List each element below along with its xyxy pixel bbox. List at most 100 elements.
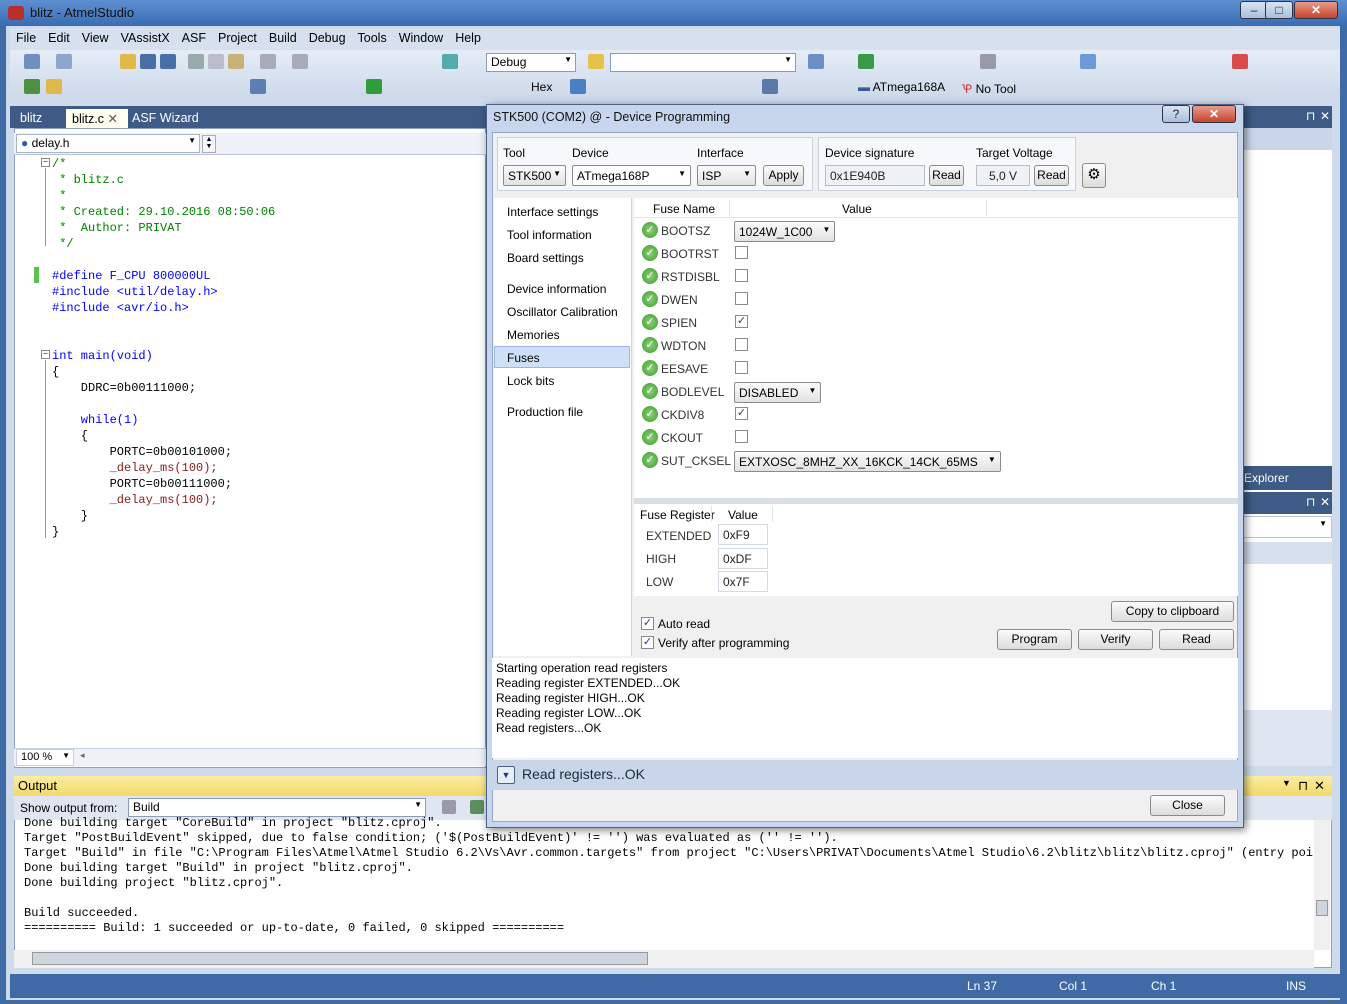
auto-read-checkbox[interactable]: ✓: [641, 617, 654, 630]
output-hscroll-thumb[interactable]: [32, 952, 648, 965]
platform-select[interactable]: ▼: [610, 53, 796, 72]
fuse-checkbox-ckdiv8[interactable]: ✓: [735, 407, 748, 420]
collapse-main-icon[interactable]: −: [41, 350, 50, 359]
menu-vassistx[interactable]: VAssistX: [115, 28, 176, 48]
fuse-checkbox-dwen[interactable]: [735, 292, 748, 305]
step-icon[interactable]: [250, 79, 266, 94]
read-fuses-button[interactable]: Read: [1159, 629, 1234, 650]
props-pin-icon[interactable]: ⊓: [1306, 495, 1315, 509]
nav-fuses[interactable]: Fuses: [494, 346, 630, 368]
nav-memories[interactable]: Memories: [507, 328, 560, 342]
nav-device-information[interactable]: Device information: [507, 282, 606, 296]
open-file-icon[interactable]: [46, 79, 62, 94]
read-signature-button[interactable]: Read: [929, 165, 964, 186]
settings-gear-icon[interactable]: ⚙: [1082, 163, 1106, 188]
file-nav-select[interactable]: ● delay.h ▼: [16, 134, 200, 153]
device-select[interactable]: ATmega168P ▼: [572, 165, 691, 186]
apply-button[interactable]: Apply: [763, 165, 804, 186]
menu-window[interactable]: Window: [393, 28, 449, 48]
save-all-icon[interactable]: [160, 54, 176, 69]
tab-asf-wizard[interactable]: ASF Wizard: [126, 109, 205, 128]
menu-debug[interactable]: Debug: [303, 28, 352, 48]
read-voltage-button[interactable]: Read: [1034, 165, 1069, 186]
comment-icon[interactable]: [1080, 54, 1096, 69]
fuse-checkbox-spien[interactable]: ✓: [735, 315, 748, 328]
copy-icon[interactable]: [208, 54, 224, 69]
add-item-icon[interactable]: [56, 54, 72, 69]
fuse-checkbox-ckout[interactable]: [735, 430, 748, 443]
pane-pin-icon[interactable]: ⊓: [1306, 109, 1315, 123]
tool-label[interactable]: Ꝕ No Tool: [962, 80, 1016, 97]
fuse-select-sut_cksel[interactable]: EXTXOSC_8MHZ_XX_16KCK_14CK_65MS ▼: [734, 451, 1001, 472]
output-vscroll-thumb[interactable]: [1316, 900, 1328, 916]
indent-icon[interactable]: [980, 54, 996, 69]
nav-interface-settings[interactable]: Interface settings: [507, 205, 598, 219]
properties-select[interactable]: ▼: [1236, 516, 1332, 538]
config-select[interactable]: Debug ▼: [486, 53, 576, 72]
new-project-icon[interactable]: [24, 54, 40, 69]
fuse-select-bootsz[interactable]: 1024W_1C00 ▼: [734, 221, 836, 242]
output-vscroll[interactable]: [1314, 820, 1330, 950]
menu-help[interactable]: Help: [449, 28, 487, 48]
build-icon[interactable]: [24, 79, 40, 94]
fuse-checkbox-eesave[interactable]: [735, 361, 748, 374]
output-close-icon[interactable]: ✕: [1314, 778, 1325, 794]
pane-close-icon[interactable]: ✕: [1320, 109, 1330, 123]
menu-asf[interactable]: ASF: [176, 28, 212, 48]
clear-output-icon[interactable]: [470, 800, 484, 814]
verify-button[interactable]: Verify: [1078, 629, 1153, 650]
scroll-left-icon[interactable]: ◂: [80, 750, 85, 761]
nav-lock-bits[interactable]: Lock bits: [507, 374, 554, 388]
register-high-value[interactable]: 0xDF: [718, 548, 768, 569]
menu-file[interactable]: File: [10, 28, 42, 48]
output-menu-icon[interactable]: ▼: [1282, 778, 1291, 788]
verify-after-checkbox[interactable]: ✓: [641, 636, 654, 649]
fuse-checkbox-wdton[interactable]: [735, 338, 748, 351]
cut-icon[interactable]: [188, 54, 204, 69]
split-button[interactable]: ▲ ▼: [202, 135, 216, 153]
explorer-tab[interactable]: Explorer: [1236, 466, 1332, 490]
clear-bookmarks-icon[interactable]: [1232, 54, 1248, 69]
maximize-button[interactable]: □: [1265, 1, 1293, 19]
hex-button[interactable]: Hex: [531, 80, 552, 94]
fuse-checkbox-bootrst[interactable]: [735, 246, 748, 259]
interface-select[interactable]: ISP ▼: [697, 165, 756, 186]
output-pin-icon[interactable]: ⊓: [1298, 778, 1308, 794]
zoom-select[interactable]: 100 % ▼: [16, 749, 74, 766]
close-tab-icon[interactable]: ✕: [107, 112, 117, 126]
tab-blitz-c[interactable]: blitz.c ✕: [66, 109, 128, 128]
nav-icon[interactable]: [808, 54, 824, 69]
memory-icon[interactable]: [762, 79, 778, 94]
nav-tool-information[interactable]: Tool information: [507, 228, 592, 242]
register-low-value[interactable]: 0x7F: [718, 571, 768, 592]
run-icon[interactable]: [366, 79, 382, 94]
device-programming-icon[interactable]: [858, 54, 874, 69]
program-button[interactable]: Program: [997, 629, 1072, 650]
menu-build[interactable]: Build: [263, 28, 303, 48]
undo-icon[interactable]: [260, 54, 276, 69]
display-icon[interactable]: [570, 79, 586, 94]
tab-blitz[interactable]: blitz: [14, 109, 48, 128]
device-label[interactable]: ▬ ATmega168A: [858, 80, 945, 94]
fuse-checkbox-rstdisbl[interactable]: [735, 269, 748, 282]
start-icon[interactable]: [442, 54, 458, 69]
menu-view[interactable]: View: [76, 28, 115, 48]
save-icon[interactable]: [140, 54, 156, 69]
find-icon[interactable]: [588, 54, 604, 69]
tool-select[interactable]: STK500 ▼: [503, 165, 566, 186]
register-extended-value[interactable]: 0xF9: [718, 524, 768, 545]
output-hscroll[interactable]: [14, 950, 1314, 968]
dialog-help-button[interactable]: ?: [1162, 105, 1190, 123]
menu-project[interactable]: Project: [212, 28, 263, 48]
redo-icon[interactable]: [292, 54, 308, 69]
collapse-comment-icon[interactable]: −: [41, 158, 50, 167]
paste-icon[interactable]: [228, 54, 244, 69]
nav-board-settings[interactable]: Board settings: [507, 251, 584, 265]
dialog-close-x-button[interactable]: ✕: [1192, 105, 1236, 123]
code-area[interactable]: − − /* * blitz.c * * Created: 29.10.2016…: [14, 156, 484, 746]
goto-message-icon[interactable]: [442, 800, 456, 814]
menu-edit[interactable]: Edit: [42, 28, 76, 48]
expand-log-icon[interactable]: ▼: [497, 766, 515, 784]
dialog-close-button[interactable]: Close: [1150, 795, 1225, 816]
output-source-select[interactable]: Build ▼: [128, 798, 426, 817]
